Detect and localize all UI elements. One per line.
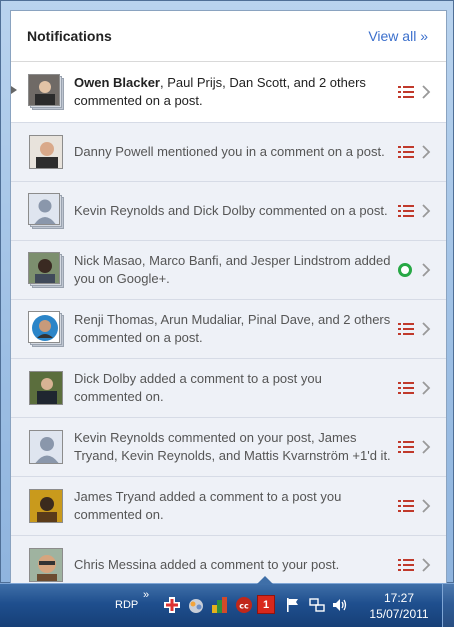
notification-item[interactable]: Owen Blacker, Paul Prijs, Dan Scott, and…	[11, 62, 446, 123]
show-desktop-button[interactable]	[442, 584, 454, 627]
chevron-right-icon[interactable]	[422, 440, 431, 454]
clock-date: 15/07/2011	[369, 607, 429, 621]
avatar	[28, 311, 60, 343]
notification-text: Kevin Reynolds and Dick Dolby commented …	[74, 203, 388, 218]
chevron-right-icon[interactable]	[422, 381, 431, 395]
creative-cloud-icon[interactable]: cc	[235, 596, 253, 614]
clock-time: 17:27	[383, 591, 415, 605]
toolbar-expand-icon[interactable]: »	[143, 589, 149, 601]
chevron-right-icon[interactable]	[422, 263, 431, 277]
taskbar: RDP » cc 1 17:27 15/07/2011	[0, 576, 454, 627]
post-list-icon	[398, 559, 414, 571]
notification-item[interactable]: Nick Masao, Marco Banfi, and Jesper Lind…	[11, 241, 446, 300]
avatar-stack	[28, 252, 64, 288]
network-icon[interactable]	[308, 596, 326, 614]
post-list-icon	[398, 146, 414, 158]
svg-text:cc: cc	[239, 602, 249, 611]
notification-count-badge[interactable]: 1	[257, 595, 275, 614]
notification-text: Danny Powell mentioned you in a comment …	[74, 144, 385, 159]
post-list-icon	[398, 382, 414, 394]
avatar-stack	[28, 311, 64, 347]
notification-item[interactable]: Chris Messina added a comment to your po…	[11, 536, 446, 584]
volume-icon[interactable]	[331, 596, 349, 614]
notification-text: Chris Messina added a comment to your po…	[74, 557, 340, 572]
notification-item[interactable]: Dick Dolby added a comment to a post you…	[11, 359, 446, 418]
chevron-right-icon[interactable]	[422, 558, 431, 572]
post-list-icon	[398, 323, 414, 335]
avatar	[28, 252, 60, 284]
avatar-stack	[28, 74, 64, 110]
rdp-label[interactable]: RDP	[115, 599, 138, 611]
notification-text: James Tryand added a comment to a post y…	[74, 489, 342, 522]
post-list-icon	[398, 205, 414, 217]
notification-text: Nick Masao, Marco Banfi, and Jesper Lind…	[74, 253, 391, 286]
notification-item[interactable]: James Tryand added a comment to a post y…	[11, 477, 446, 536]
selection-arrow-icon	[11, 86, 17, 94]
popup-pointer	[256, 576, 274, 585]
panel-header: Notifications View all »	[11, 11, 446, 62]
chevron-right-icon[interactable]	[422, 499, 431, 513]
notification-text: Renji Thomas, Arun Mudaliar, Pinal Dave,…	[74, 312, 391, 345]
notification-item[interactable]: Renji Thomas, Arun Mudaliar, Pinal Dave,…	[11, 300, 446, 359]
avatar	[29, 135, 63, 169]
notification-text: Owen Blacker, Paul Prijs, Dan Scott, and…	[74, 75, 366, 108]
notification-list: Owen Blacker, Paul Prijs, Dan Scott, and…	[11, 62, 446, 584]
chevron-right-icon[interactable]	[422, 145, 431, 159]
avatar	[29, 371, 63, 405]
chevron-right-icon[interactable]	[422, 204, 431, 218]
avatar	[29, 548, 63, 582]
post-list-icon	[398, 86, 414, 98]
notification-text: Kevin Reynolds commented on your post, J…	[74, 430, 391, 463]
notifications-panel: Notifications View all » Owen Blacker, P…	[10, 10, 447, 585]
panel-title: Notifications	[27, 28, 112, 44]
notification-item[interactable]: Kevin Reynolds and Dick Dolby commented …	[11, 182, 446, 241]
avatar	[28, 74, 60, 106]
notification-item[interactable]: Danny Powell mentioned you in a comment …	[11, 123, 446, 182]
avatar	[28, 193, 60, 225]
notification-text: Dick Dolby added a comment to a post you…	[74, 371, 322, 404]
avatar	[29, 489, 63, 523]
avatar-stack	[28, 193, 64, 229]
add-circle-icon	[398, 263, 412, 277]
system-clock[interactable]: 17:27 15/07/2011	[360, 590, 438, 622]
app-blocks-icon[interactable]	[211, 596, 229, 614]
cloud-sync-icon[interactable]	[187, 596, 205, 614]
medical-cross-icon[interactable]	[163, 596, 181, 614]
notification-item[interactable]: Kevin Reynolds commented on your post, J…	[11, 418, 446, 477]
chevron-right-icon[interactable]	[422, 85, 431, 99]
action-center-flag-icon[interactable]	[284, 596, 302, 614]
avatar	[29, 430, 63, 464]
post-list-icon	[398, 500, 414, 512]
post-list-icon	[398, 441, 414, 453]
window-frame: Notifications View all » Owen Blacker, P…	[0, 0, 454, 585]
view-all-link[interactable]: View all »	[368, 28, 428, 44]
chevron-right-icon[interactable]	[422, 322, 431, 336]
